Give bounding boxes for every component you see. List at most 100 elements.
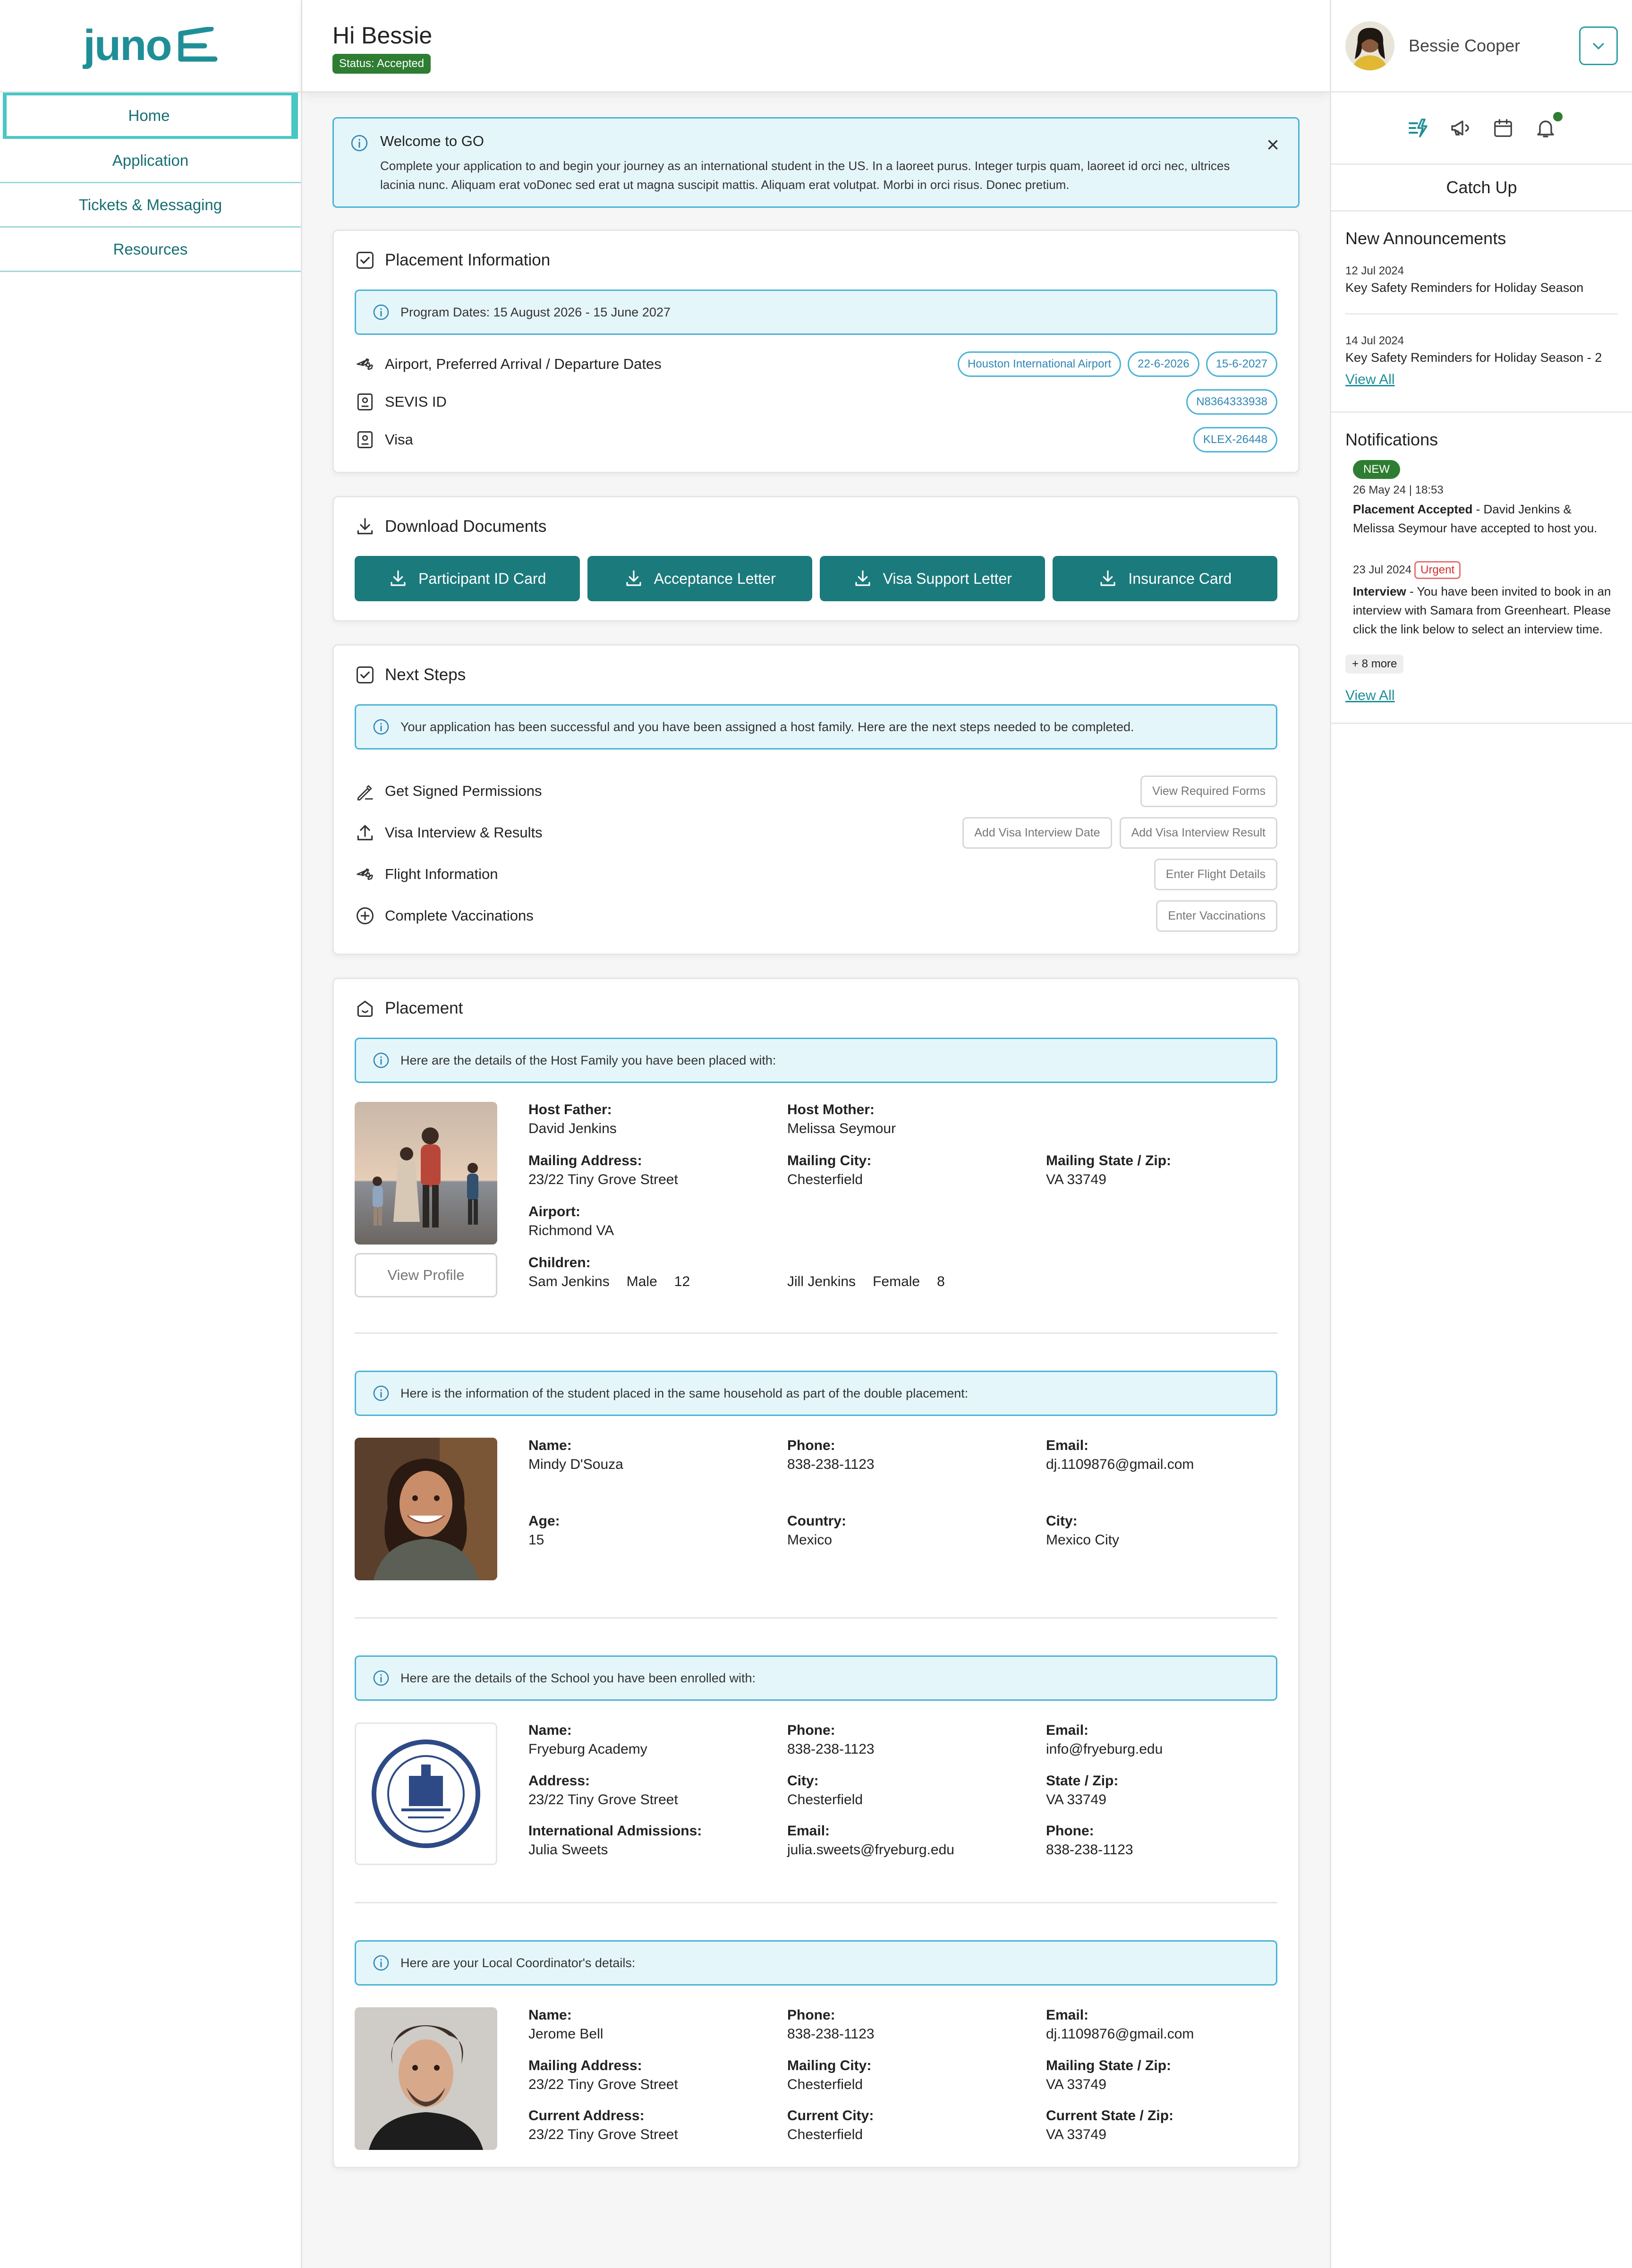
view-all-announcements-link[interactable]: View All bbox=[1345, 372, 1395, 387]
button-label: Participant ID Card bbox=[418, 570, 546, 587]
field-value: dj.1109876@gmail.com bbox=[1046, 2026, 1194, 2042]
field-label: Mailing Address: bbox=[528, 1153, 642, 1168]
field-value: info@fryeburg.edu bbox=[1046, 1741, 1163, 1757]
field-label: Children: bbox=[528, 1255, 591, 1270]
field-value: VA 33749 bbox=[1046, 1791, 1106, 1808]
student-details: Name: Mindy D'Souza Phone: 838-238-1123 Em… bbox=[355, 1438, 1277, 1580]
field-value: Chesterfield bbox=[787, 1791, 863, 1808]
activity-icon[interactable] bbox=[1406, 116, 1430, 140]
more-notifications-chip[interactable]: + 8 more bbox=[1345, 655, 1404, 674]
sidebar: juno Home Application Tickets & Messagin… bbox=[0, 0, 302, 2268]
divider bbox=[355, 1332, 1277, 1334]
insurance-card-button[interactable]: Insurance Card bbox=[1052, 556, 1277, 601]
download-icon bbox=[1100, 570, 1115, 586]
field-value: Jerome Bell bbox=[528, 2026, 604, 2042]
new-badge: NEW bbox=[1353, 460, 1400, 479]
card-title: Download Documents bbox=[385, 517, 547, 536]
field-value: 15 bbox=[528, 1532, 544, 1548]
home-icon bbox=[357, 1000, 373, 1017]
plane-icon bbox=[357, 868, 373, 880]
field-value: 838-238-1123 bbox=[787, 1741, 875, 1757]
field-label: Phone: bbox=[1046, 1823, 1094, 1839]
welcome-alert: Welcome to GO Complete your application … bbox=[332, 117, 1300, 208]
field-label: Phone: bbox=[787, 1722, 835, 1738]
announcement-item[interactable]: 14 Jul 2024 Key Safety Reminders for Hol… bbox=[1345, 329, 1618, 368]
student-country-field: Country: Mexico bbox=[787, 1513, 1046, 1580]
info-icon bbox=[351, 135, 368, 152]
participant-id-card-button[interactable]: Participant ID Card bbox=[355, 556, 580, 601]
view-all-notifications-link[interactable]: View All bbox=[1345, 688, 1395, 703]
megaphone-icon[interactable] bbox=[1448, 116, 1473, 140]
field-label: Airport: bbox=[528, 1204, 580, 1219]
add-visa-interview-result-button[interactable]: Add Visa Interview Result bbox=[1119, 817, 1277, 849]
card-header: Placement bbox=[355, 998, 1277, 1019]
step-row: Complete Vaccinations Enter Vaccinations bbox=[355, 895, 1277, 937]
nav-item-application[interactable]: Application bbox=[0, 139, 301, 183]
field-label: Mailing City: bbox=[787, 2057, 872, 2073]
next-steps-info: Your application has been successful and… bbox=[355, 704, 1277, 750]
field-value: Mindy D'Souza bbox=[528, 1457, 623, 1472]
child-age: 12 bbox=[674, 1274, 690, 1289]
placement-information-card: Placement Information Program Dates: 15 … bbox=[332, 230, 1300, 473]
id-badge-icon bbox=[357, 431, 373, 448]
coord-email-field: Email: dj.1109876@gmail.com bbox=[1046, 2007, 1282, 2049]
field-label: City: bbox=[787, 1773, 819, 1789]
airport-chip: Houston International Airport bbox=[957, 351, 1122, 377]
view-required-forms-button[interactable]: View Required Forms bbox=[1140, 775, 1277, 807]
notification-item[interactable]: 23 Jul 2024 Urgent Interview - You have b… bbox=[1345, 561, 1618, 639]
field-label: Host Mother: bbox=[787, 1102, 875, 1117]
nav-item-home[interactable]: Home bbox=[3, 93, 298, 139]
avatar[interactable] bbox=[1345, 21, 1394, 70]
field-label: Current State / Zip: bbox=[1046, 2108, 1174, 2124]
add-visa-interview-date-button[interactable]: Add Visa Interview Date bbox=[962, 817, 1112, 849]
student-fields: Name: Mindy D'Souza Phone: 838-238-1123 Em… bbox=[528, 1438, 1282, 1580]
logo-mark-icon bbox=[178, 26, 218, 61]
child-gender: Female bbox=[873, 1274, 920, 1289]
sevis-label-wrap: SEVIS ID bbox=[355, 392, 1180, 412]
sevis-label: SEVIS ID bbox=[385, 393, 447, 410]
field-value: VA 33749 bbox=[1046, 2076, 1106, 2092]
acceptance-letter-button[interactable]: Acceptance Letter bbox=[587, 556, 812, 601]
field-label: Email: bbox=[1046, 1438, 1089, 1453]
next-steps-card: Next Steps Your application has been suc… bbox=[332, 644, 1300, 955]
coord-mailing-state-field: Mailing State / Zip: VA 33749 bbox=[1046, 2058, 1282, 2100]
field-value: Melissa Seymour bbox=[787, 1121, 896, 1136]
field-value: Chesterfield bbox=[787, 2076, 863, 2092]
button-label: Insurance Card bbox=[1128, 570, 1232, 587]
field-label: Phone: bbox=[787, 1438, 835, 1453]
coord-name-field: Name: Jerome Bell bbox=[528, 2007, 787, 2049]
enter-vaccinations-button[interactable]: Enter Vaccinations bbox=[1156, 900, 1277, 932]
host-father-field: Host Father: David Jenkins bbox=[528, 1102, 787, 1144]
nav-item-resources[interactable]: Resources bbox=[0, 228, 301, 272]
view-profile-button[interactable]: View Profile bbox=[355, 1253, 497, 1297]
coord-current-state-field: Current State / Zip: VA 33749 bbox=[1046, 2108, 1282, 2150]
enter-flight-details-button[interactable]: Enter Flight Details bbox=[1154, 858, 1277, 890]
logo[interactable]: juno bbox=[0, 0, 301, 93]
page-header: Hi Bessie Status: Accepted bbox=[302, 0, 1330, 93]
step-label-wrap: Get Signed Permissions bbox=[355, 781, 1133, 801]
user-menu-dropdown[interactable] bbox=[1579, 26, 1618, 65]
intl-phone-field: Phone: 838-238-1123 bbox=[1046, 1823, 1282, 1865]
notification-date: 26 May 24 | 18:53 bbox=[1353, 484, 1444, 496]
notification-item[interactable]: NEW 26 May 24 | 18:53 Placement Accepted… bbox=[1345, 460, 1618, 537]
step-row: Get Signed Permissions View Required For… bbox=[355, 770, 1277, 812]
empty-cell bbox=[1046, 1204, 1282, 1246]
step-label: Visa Interview & Results bbox=[385, 824, 543, 841]
announcement-text: Key Safety Reminders for Holiday Season … bbox=[1345, 350, 1602, 365]
child-age: 8 bbox=[937, 1274, 945, 1289]
host-mother-field: Host Mother: Melissa Seymour bbox=[787, 1102, 1046, 1144]
calendar-icon[interactable] bbox=[1491, 116, 1515, 140]
announcement-date: 12 Jul 2024 bbox=[1345, 264, 1404, 277]
visa-label: Visa bbox=[385, 431, 413, 448]
nav-item-tickets-messaging[interactable]: Tickets & Messaging bbox=[0, 183, 301, 228]
airport-field: Airport: Richmond VA bbox=[528, 1204, 787, 1246]
bell-icon[interactable] bbox=[1533, 112, 1563, 140]
close-icon[interactable]: × bbox=[1266, 134, 1279, 155]
announcement-item[interactable]: 12 Jul 2024 Key Safety Reminders for Hol… bbox=[1345, 259, 1618, 315]
notification-title: Interview bbox=[1353, 584, 1406, 598]
user-bar: Bessie Cooper bbox=[1331, 0, 1632, 93]
coordinator-photo bbox=[355, 2007, 497, 2150]
visa-support-letter-button[interactable]: Visa Support Letter bbox=[820, 556, 1045, 601]
mailing-address-field: Mailing Address: 23/22 Tiny Grove Street bbox=[528, 1153, 787, 1195]
school-city-field: City: Chesterfield bbox=[787, 1773, 1046, 1815]
